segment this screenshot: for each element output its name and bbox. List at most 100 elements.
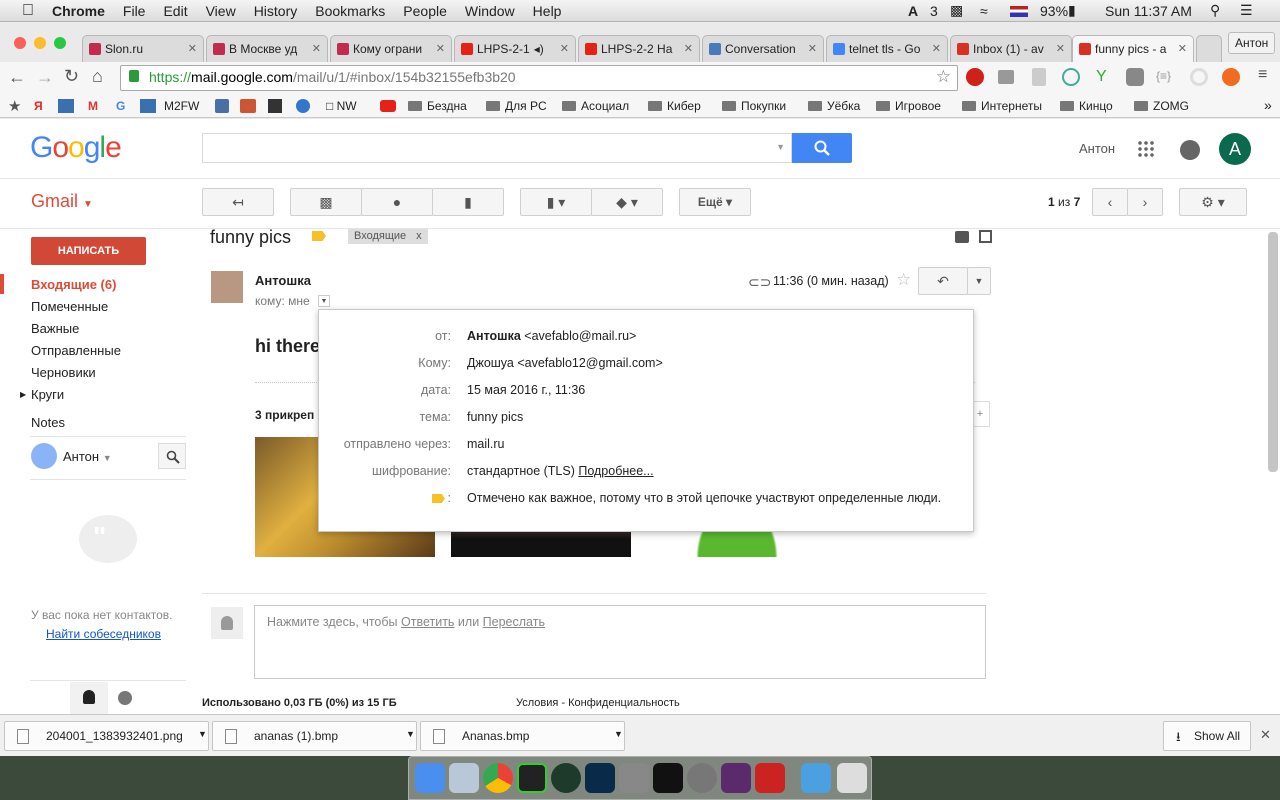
- wifi-icon[interactable]: ≈: [980, 3, 988, 19]
- show-details-button[interactable]: ▼: [318, 295, 330, 307]
- compose-button[interactable]: НАПИСАТЬ: [31, 237, 146, 265]
- move-to-button[interactable]: ▮ ▾: [520, 188, 592, 216]
- more-bookmarks-icon[interactable]: »: [1264, 97, 1272, 113]
- tex-icon[interactable]: [721, 763, 751, 793]
- tab-funny-pics[interactable]: funny pics - a ✕: [1072, 35, 1194, 62]
- bookmark-icon[interactable]: [240, 99, 256, 113]
- bookmark-icon[interactable]: [215, 99, 229, 113]
- close-downloads-icon[interactable]: ✕: [1260, 727, 1271, 743]
- photoshop-icon[interactable]: [585, 763, 615, 793]
- notification-icon[interactable]: ▩: [950, 2, 963, 19]
- extension-icon[interactable]: [1190, 68, 1208, 86]
- search-input[interactable]: ▼: [202, 133, 792, 163]
- list-icon[interactable]: ☰: [1240, 2, 1253, 19]
- bookmark-folder-uebka[interactable]: Уёбка: [808, 99, 860, 113]
- learn-more-link[interactable]: Подробнее...: [578, 464, 653, 478]
- star-icon[interactable]: ☆: [896, 270, 911, 290]
- new-tab-button[interactable]: [1196, 35, 1222, 62]
- youtube-bookmark-icon[interactable]: [380, 100, 396, 112]
- tab-close-icon[interactable]: ✕: [436, 42, 445, 55]
- new-window-icon[interactable]: [979, 230, 992, 243]
- google-bookmark-icon[interactable]: G: [116, 99, 125, 113]
- sidebar-item-circles[interactable]: Круги: [31, 387, 64, 402]
- tab-close-icon[interactable]: ✕: [312, 42, 321, 55]
- terminal-icon[interactable]: [653, 763, 683, 793]
- finder-icon[interactable]: [415, 763, 445, 793]
- adblock-icon[interactable]: [966, 68, 984, 86]
- hangouts-tab-icon[interactable]: [118, 691, 132, 705]
- profile-button[interactable]: Антон: [1228, 32, 1276, 54]
- terms-links[interactable]: Условия - Конфиденциальность: [516, 697, 680, 709]
- menu-history[interactable]: History: [254, 3, 298, 19]
- spotlight-icon[interactable]: ⚲: [1210, 2, 1220, 19]
- tab-close-icon[interactable]: ✕: [932, 42, 941, 55]
- menu-view[interactable]: View: [206, 3, 236, 19]
- settings-button[interactable]: ⚙ ▾: [1179, 188, 1247, 216]
- bookmark-folder-cyber[interactable]: Кибер: [648, 99, 701, 113]
- atom-icon[interactable]: [551, 763, 581, 793]
- system-preferences-icon[interactable]: [687, 763, 717, 793]
- apple-menu-icon[interactable]: : [22, 2, 34, 20]
- report-spam-button[interactable]: ●: [361, 188, 433, 216]
- tab-telnet[interactable]: telnet tls - Go ✕: [826, 35, 948, 62]
- reply-more-button[interactable]: ▼: [967, 267, 991, 295]
- expand-triangle-icon[interactable]: ▶: [20, 390, 26, 399]
- chevron-down-icon[interactable]: ▼: [614, 729, 623, 739]
- bookmark-nw[interactable]: □ NW: [326, 99, 357, 113]
- bookmark-icon[interactable]: [268, 99, 282, 113]
- bookmark-folder-zomg[interactable]: ZOMG: [1134, 99, 1189, 113]
- chrome-dock-icon[interactable]: [483, 763, 513, 793]
- search-button[interactable]: [792, 133, 852, 163]
- json-icon[interactable]: {≡}: [1156, 69, 1171, 83]
- bookmark-star-icon[interactable]: ☆: [936, 67, 951, 87]
- sender-avatar[interactable]: [211, 271, 243, 303]
- bookmarks-star-icon[interactable]: ★: [8, 97, 21, 115]
- downloads-folder-icon[interactable]: [801, 763, 831, 793]
- tab-komu[interactable]: Кому ограни ✕: [330, 35, 452, 62]
- bookmark-folder-asocial[interactable]: Асоциал: [562, 99, 629, 113]
- tab-moscow[interactable]: В Москве уд ✕: [206, 35, 328, 62]
- apps-grid-icon[interactable]: [1137, 140, 1155, 158]
- sender-name[interactable]: Антошка: [255, 273, 311, 288]
- sidebar-item-sent[interactable]: Отправленные: [31, 343, 121, 358]
- tab-close-icon[interactable]: ✕: [1178, 42, 1187, 55]
- tab-close-icon[interactable]: ✕: [808, 42, 817, 55]
- sidebar-item-drafts[interactable]: Черновики: [31, 365, 96, 380]
- extension-icon[interactable]: [1222, 68, 1240, 86]
- inbox-label-chip[interactable]: Входящие x: [348, 229, 428, 244]
- battery-icon[interactable]: ▮: [1068, 2, 1076, 19]
- menu-bookmarks[interactable]: Bookmarks: [315, 3, 385, 19]
- reply-button[interactable]: ↶: [918, 267, 968, 295]
- menu-help[interactable]: Help: [533, 3, 562, 19]
- forward-icon[interactable]: →: [36, 67, 54, 88]
- menu-file[interactable]: File: [123, 3, 146, 19]
- trash-dock-icon[interactable]: [837, 763, 867, 793]
- preview-icon[interactable]: [449, 763, 479, 793]
- tab-close-icon[interactable]: ✕: [560, 42, 569, 55]
- back-icon[interactable]: ←: [8, 67, 26, 88]
- reply-link[interactable]: Ответить: [401, 615, 454, 629]
- gmail-label[interactable]: Gmail ▼: [31, 191, 93, 212]
- download-item[interactable]: ananas (1).bmp ▼: [212, 721, 417, 751]
- google-logo[interactable]: Google: [30, 131, 122, 165]
- chevron-down-icon[interactable]: ▼: [198, 729, 207, 739]
- extension-icon[interactable]: [1062, 68, 1080, 86]
- download-item[interactable]: 204001_1383932401.png ▼: [4, 721, 209, 751]
- bookmark-folder-internets[interactable]: Интернеты: [962, 99, 1042, 113]
- camera-icon[interactable]: [998, 70, 1014, 84]
- gmail-bookmark-icon[interactable]: M: [88, 99, 98, 113]
- tab-close-icon[interactable]: ✕: [1056, 42, 1065, 55]
- menu-people[interactable]: People: [403, 3, 447, 19]
- tab-conversation[interactable]: Conversation ✕: [702, 35, 824, 62]
- print-icon[interactable]: [955, 231, 969, 243]
- tab-lhps-2[interactable]: LHPS-2-2 На ✕: [578, 35, 700, 62]
- more-button[interactable]: Ещё ▾: [679, 188, 751, 216]
- extension-icon[interactable]: [1032, 68, 1046, 86]
- notifications-bell-icon[interactable]: [1180, 140, 1200, 160]
- home-icon[interactable]: ⌂: [92, 66, 103, 87]
- bookmark-folder-movies[interactable]: Кинцо: [1060, 99, 1113, 113]
- bookmark-folder-games[interactable]: Игровое: [876, 99, 941, 113]
- remove-label-icon[interactable]: x: [416, 230, 422, 242]
- chat-status-user[interactable]: Антон ▼: [63, 449, 112, 464]
- app-menu[interactable]: Chrome: [52, 3, 105, 19]
